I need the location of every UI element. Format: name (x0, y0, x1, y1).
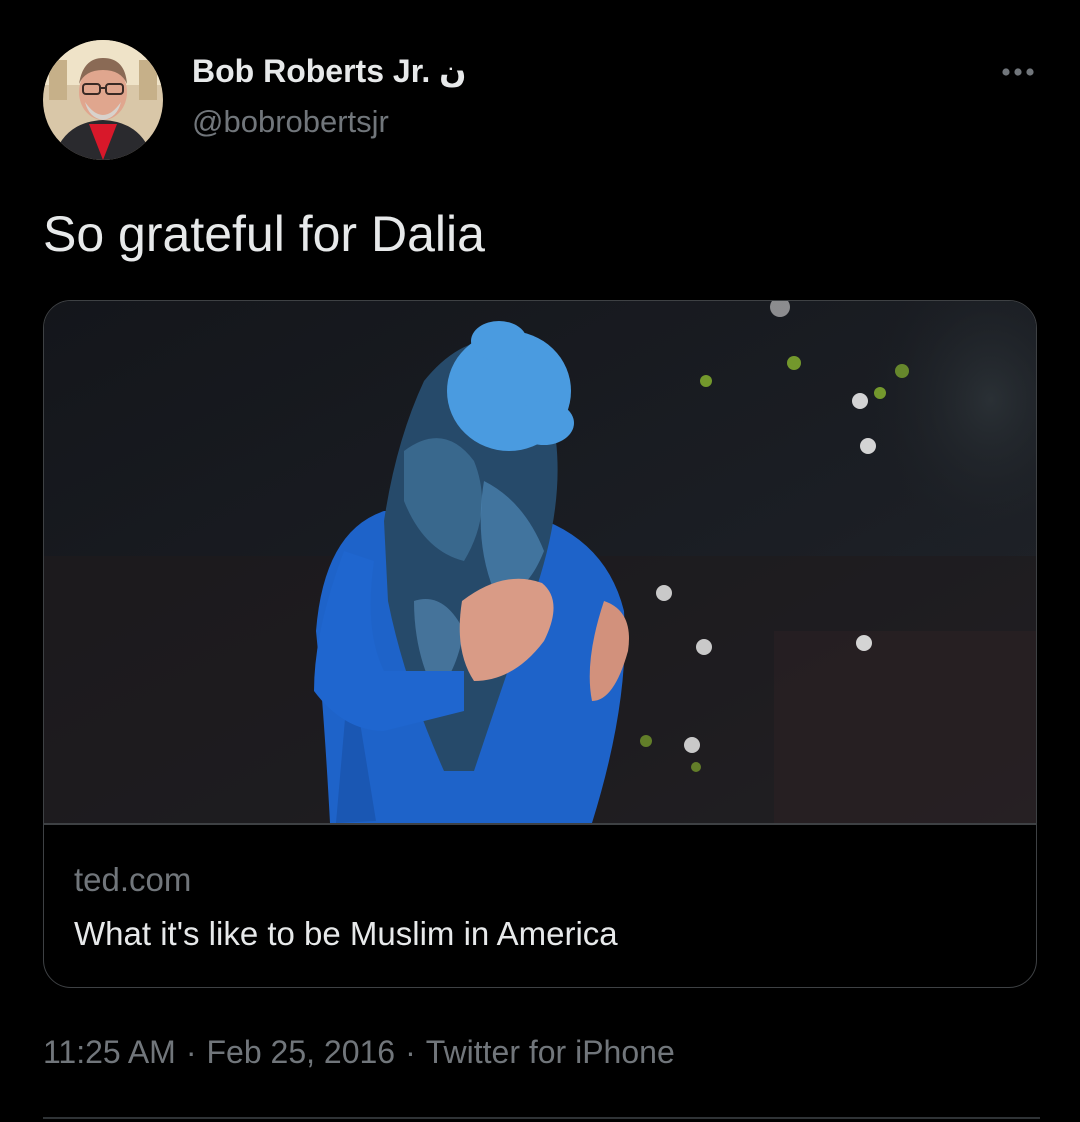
avatar-photo-icon (43, 40, 163, 160)
card-domain: ted.com (74, 861, 192, 898)
tweet-source[interactable]: Twitter for iPhone (426, 1034, 675, 1070)
card-divider (44, 823, 1036, 825)
tweet-time[interactable]: 11:25 AM (43, 1034, 176, 1070)
author-handle[interactable]: @bobrobertsjr (192, 104, 389, 140)
more-horizontal-icon[interactable] (1000, 58, 1036, 86)
avatar[interactable] (43, 40, 163, 160)
link-preview-card[interactable]: ted.com What it's like to be Muslim in A… (43, 300, 1037, 988)
link-preview-image[interactable] (44, 301, 1036, 823)
bottom-divider (43, 1117, 1040, 1119)
author-display-name[interactable]: Bob Roberts Jr. ن (192, 52, 466, 90)
tweet-text: So grateful for Dalia (43, 206, 485, 262)
tweet-meta: 11:25 AM · Feb 25, 2016 · Twitter for iPhone (43, 1034, 675, 1071)
card-title[interactable]: What it's like to be Muslim in America (74, 915, 618, 953)
meta-separator: · (405, 1034, 416, 1070)
tweet-date[interactable]: Feb 25, 2016 (206, 1034, 395, 1070)
meta-separator: · (185, 1034, 197, 1070)
tweet: Bob Roberts Jr. ن @bobrobertsjr So grate… (0, 0, 1080, 1122)
